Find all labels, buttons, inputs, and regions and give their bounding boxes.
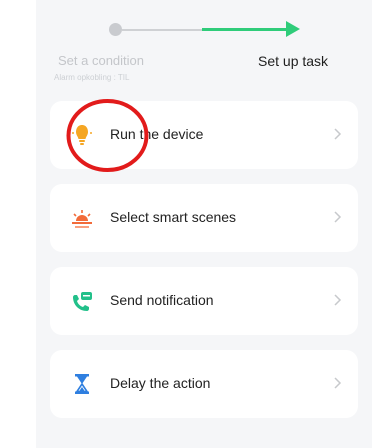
step-line-inactive (122, 29, 202, 31)
chevron-right-icon (332, 290, 344, 310)
step-line-active (202, 28, 290, 31)
action-run-device[interactable]: Run the device (50, 101, 358, 169)
automation-panel: Set a condition Alarm opkobling : TIL Se… (36, 0, 372, 448)
action-label: Send notification (110, 292, 214, 308)
step-arrow-icon (286, 21, 300, 37)
step-dot (109, 23, 122, 36)
chevron-right-icon (332, 207, 344, 227)
step-condition-summary: Alarm opkobling : TIL (54, 73, 130, 82)
chevron-right-icon (332, 373, 344, 393)
sunrise-icon (70, 204, 94, 232)
action-send-notification[interactable]: Send notification (50, 267, 358, 335)
action-label: Run the device (110, 126, 204, 142)
hourglass-icon (70, 370, 94, 398)
action-delay[interactable]: Delay the action (50, 350, 358, 418)
action-label: Delay the action (110, 375, 211, 391)
chevron-right-icon (332, 124, 344, 144)
stepper: Set a condition Alarm opkobling : TIL Se… (36, 0, 372, 90)
step-set-up-task-label: Set up task (258, 53, 329, 69)
step-set-condition-label[interactable]: Set a condition (58, 53, 144, 68)
lightbulb-icon (70, 121, 94, 149)
action-select-smart-scenes[interactable]: Select smart scenes (50, 184, 358, 252)
action-label: Select smart scenes (110, 209, 237, 225)
phone-message-icon (70, 287, 94, 315)
